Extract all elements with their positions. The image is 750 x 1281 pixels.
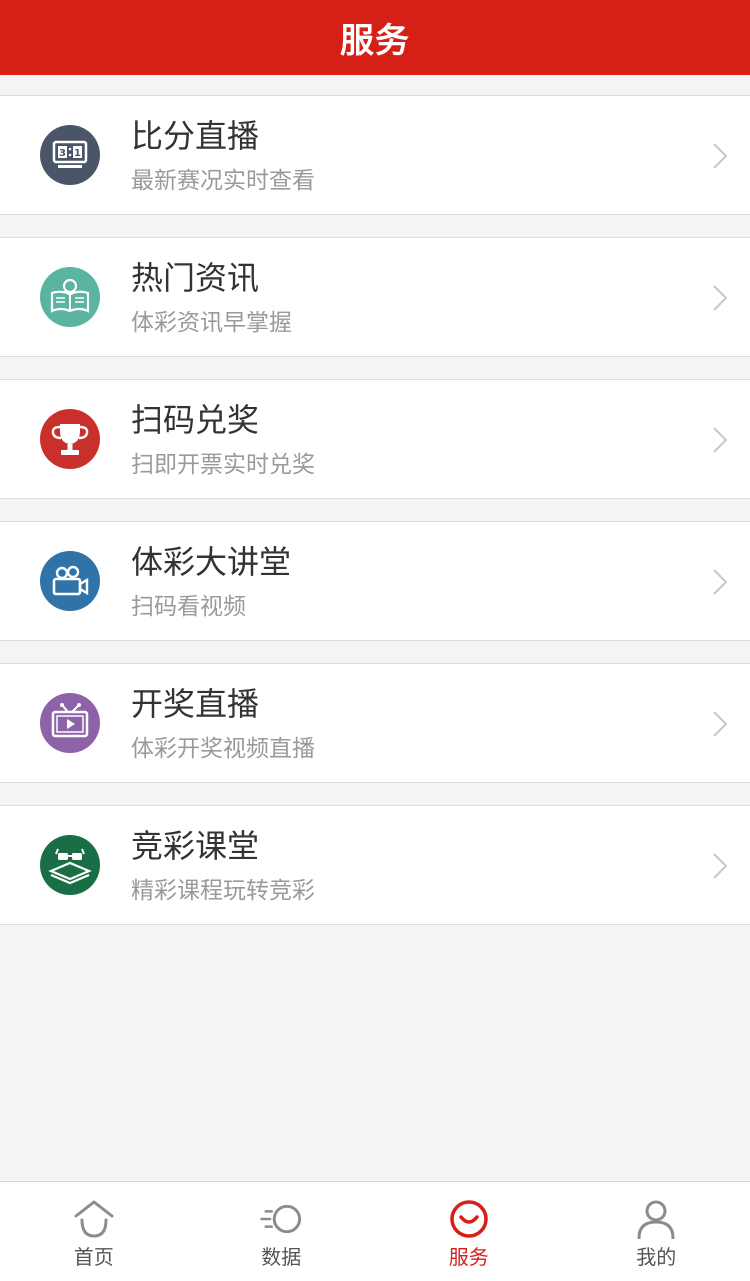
svg-text:1: 1	[74, 148, 81, 159]
service-list: 3 1 比分直播 最新赛况实时查看 热门资讯 体彩资讯早掌握 扫码兑奖 扫即开票…	[0, 95, 750, 947]
smile-icon	[450, 1200, 488, 1238]
tab-service[interactable]: 服务	[375, 1182, 563, 1281]
tab-label: 我的	[636, 1245, 677, 1269]
tab-data[interactable]: 数据	[188, 1182, 376, 1281]
tab-label: 服务	[448, 1245, 489, 1269]
home-icon	[74, 1200, 114, 1238]
service-title: 体彩大讲堂	[131, 543, 292, 581]
service-subtitle: 体彩资讯早掌握	[131, 310, 292, 336]
trophy-icon	[40, 409, 100, 469]
service-title: 竞彩课堂	[131, 827, 260, 865]
service-item-scan-redeem[interactable]: 扫码兑奖 扫即开票实时兑奖	[0, 379, 750, 499]
video-camera-icon	[40, 551, 100, 611]
service-item-lecture-hall[interactable]: 体彩大讲堂 扫码看视频	[0, 521, 750, 641]
chevron-right-icon	[713, 285, 728, 311]
service-item-jingcai-class[interactable]: 竞彩课堂 精彩课程玩转竞彩	[0, 805, 750, 925]
svg-text:3: 3	[59, 148, 66, 159]
service-item-hot-news[interactable]: 热门资讯 体彩资讯早掌握	[0, 237, 750, 357]
service-title: 开奖直播	[131, 685, 260, 723]
service-subtitle: 体彩开奖视频直播	[131, 736, 315, 762]
books-glasses-icon	[40, 835, 100, 895]
tab-label: 首页	[73, 1245, 114, 1269]
service-title: 热门资讯	[131, 259, 260, 297]
chevron-right-icon	[713, 427, 728, 453]
service-title: 比分直播	[131, 117, 260, 155]
chevron-right-icon	[713, 853, 728, 879]
book-lightbulb-icon	[40, 267, 100, 327]
header-bar: 服务	[0, 0, 750, 75]
service-subtitle: 精彩课程玩转竞彩	[131, 878, 315, 904]
service-item-draw-live[interactable]: 开奖直播 体彩开奖视频直播	[0, 663, 750, 783]
service-item-score-live[interactable]: 3 1 比分直播 最新赛况实时查看	[0, 95, 750, 215]
service-subtitle: 最新赛况实时查看	[131, 168, 315, 194]
service-subtitle: 扫码看视频	[131, 594, 246, 620]
chevron-right-icon	[713, 711, 728, 737]
user-icon	[637, 1200, 675, 1239]
scoreboard-icon: 3 1	[40, 125, 100, 185]
tv-play-icon	[40, 693, 100, 753]
service-page: 服务 3 1 比分直播 最新赛况实时查看 热门资讯 体彩资讯早掌握 扫码兑奖 扫…	[0, 0, 750, 1281]
tab-home[interactable]: 首页	[0, 1182, 188, 1281]
tab-mine[interactable]: 我的	[563, 1182, 750, 1281]
chevron-right-icon	[713, 143, 728, 169]
service-title: 扫码兑奖	[131, 401, 260, 439]
bottom-tab-bar: 首页 数据 服务 我的	[0, 1181, 750, 1281]
tab-label: 数据	[261, 1245, 302, 1269]
data-icon	[260, 1204, 302, 1234]
chevron-right-icon	[713, 569, 728, 595]
service-subtitle: 扫即开票实时兑奖	[131, 452, 315, 478]
page-title: 服务	[340, 21, 410, 61]
